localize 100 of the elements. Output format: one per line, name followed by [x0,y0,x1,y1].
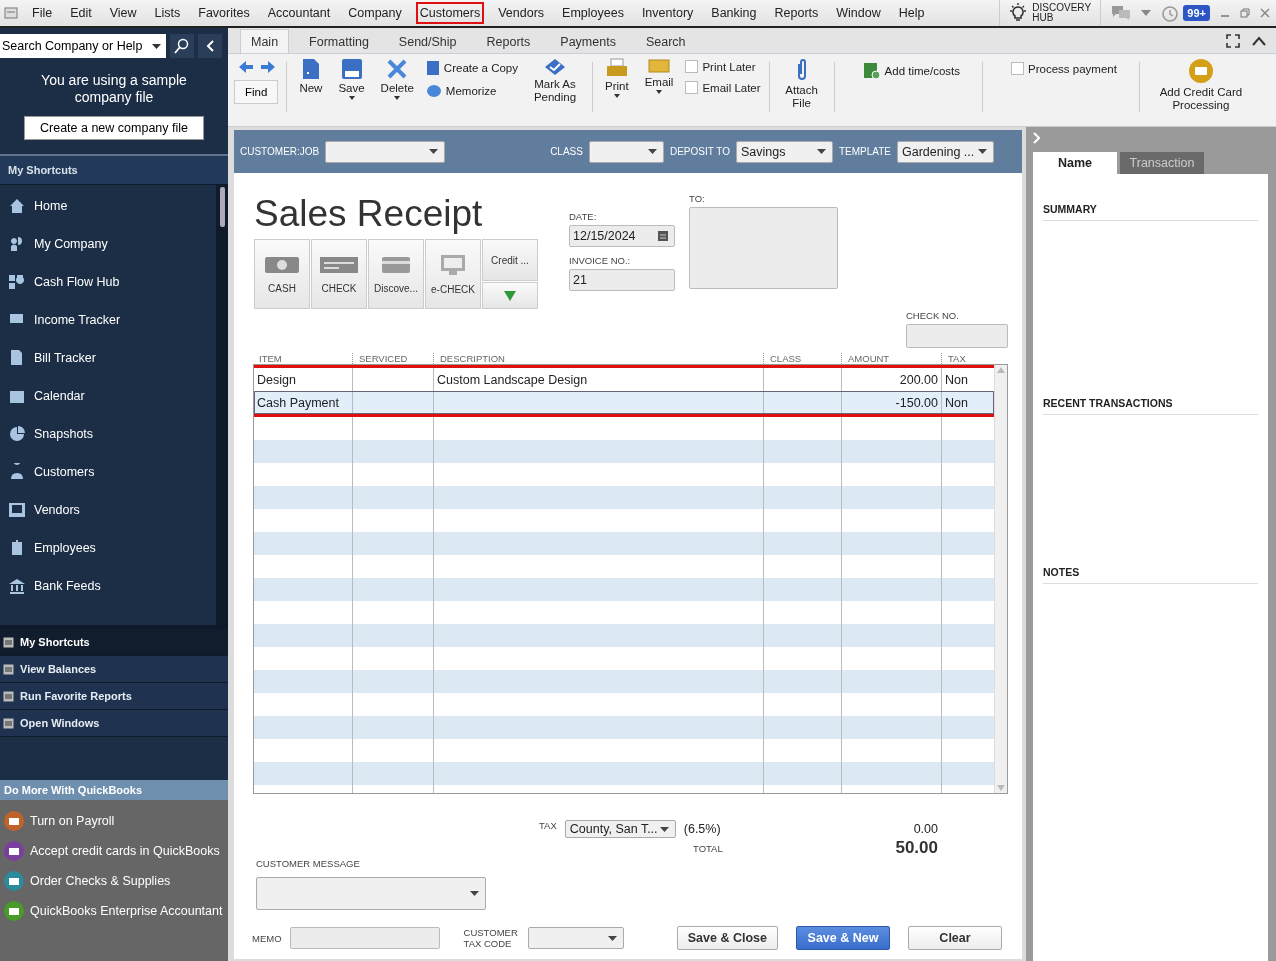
calendar-icon[interactable] [658,231,668,241]
email-button[interactable]: Email [640,58,678,94]
discovery-hub-label[interactable]: DISCOVERY HUB [1032,3,1093,23]
notification-badge[interactable]: 99+ [1183,5,1210,21]
back-arrow-icon[interactable] [238,60,254,74]
mark-as-pending-button[interactable]: Mark As Pending [526,58,584,104]
check-number-field[interactable] [906,324,1008,348]
process-payment-checkbox[interactable] [1011,62,1025,75]
shortcut-item[interactable]: Income Tracker [0,301,216,339]
menu-item[interactable]: Customers [415,2,485,24]
promo-link[interactable]: Turn on Payroll [0,806,228,836]
scrollbar[interactable] [216,185,228,625]
email-later-checkbox[interactable] [685,81,699,94]
shortcut-item[interactable]: Home [0,187,216,225]
create-company-button[interactable]: Create a new company file [24,116,204,140]
shortcut-item[interactable]: Vendors [0,491,216,529]
form-action-button[interactable]: Save & New [796,926,890,950]
sidebar-tab[interactable]: Open Windows [0,710,228,737]
menu-item[interactable]: Inventory [637,2,698,24]
scrollbar[interactable] [994,365,1007,793]
memo-field[interactable] [289,927,440,949]
shortcut-item[interactable]: Calendar [0,377,216,415]
save-button[interactable]: Save [334,58,369,100]
shortcut-item[interactable]: Customers [0,453,216,491]
forward-arrow-icon[interactable] [260,60,276,74]
print-button[interactable]: Print [601,58,633,98]
scroll-down-icon[interactable] [997,785,1005,791]
customer-tax-code-dropdown[interactable] [527,927,624,949]
form-action-button[interactable]: Save & Close [676,926,778,950]
menu-item[interactable]: Employees [558,2,628,24]
print-later-checkbox[interactable] [685,60,699,73]
class-dropdown[interactable] [588,140,664,163]
add-time-costs-button[interactable]: Add time/costs [862,62,961,80]
menu-item[interactable]: Banking [707,2,761,24]
collapse-ribbon-icon[interactable] [1252,35,1266,46]
menu-item[interactable]: File [28,2,57,24]
date-field[interactable]: 12/15/2024 [569,225,675,247]
sidebar-tab[interactable]: Run Favorite Reports [0,683,228,710]
restore-icon[interactable] [1240,8,1250,18]
expand-icon[interactable] [1226,33,1240,48]
search-field[interactable]: Search Company or Help [0,34,166,58]
close-icon[interactable] [1260,8,1270,18]
window-menu-icon[interactable] [4,7,18,19]
ribbon-tab[interactable]: Payments [550,30,626,53]
shortcut-item[interactable]: Bank Feeds [0,567,216,605]
menu-item[interactable]: Help [894,2,929,24]
invoice-number-field[interactable]: 21 [569,269,675,291]
add-credit-card-processing-button[interactable]: Add Credit Card Processing [1151,58,1250,112]
payment-method-button[interactable]: CHECK [311,239,367,309]
promo-link[interactable]: Order Checks & Supplies [0,866,228,896]
scroll-up-icon[interactable] [997,367,1005,373]
sidebar-tab[interactable]: View Balances [0,656,228,683]
sidebar-tab[interactable]: My Shortcuts [0,629,228,656]
menu-item[interactable]: View [105,2,141,24]
alarm-clock-icon[interactable] [1161,4,1180,22]
payment-method-button[interactable]: Discove... [368,239,424,309]
menu-item[interactable]: Reports [770,2,823,24]
panel-tab[interactable]: Name [1033,152,1117,174]
memorize-button[interactable]: Memorize [425,84,518,98]
ribbon-tab[interactable]: Reports [476,30,541,53]
menu-item[interactable]: Lists [150,2,185,24]
caret-icon[interactable] [1141,10,1152,16]
menu-item[interactable]: Favorites [194,2,254,24]
to-address-field[interactable] [689,207,838,289]
search-button[interactable] [170,34,194,58]
shortcut-item[interactable]: Cash Flow Hub [0,263,216,301]
deposit-to-dropdown[interactable]: Savings [735,140,833,163]
shortcut-item[interactable]: Snapshots [0,415,216,453]
shortcut-item[interactable]: Bill Tracker [0,339,216,377]
table-row[interactable]: Cash Payment -150.00 Non [254,391,994,414]
find-button[interactable]: Find [234,80,279,104]
form-action-button[interactable]: Clear [908,926,1002,950]
menu-item[interactable]: Accountant [263,2,335,24]
create-copy-button[interactable]: Create a Copy [425,60,518,76]
customer-message-dropdown[interactable] [256,877,486,910]
new-button[interactable]: New [295,58,327,94]
shortcut-item[interactable]: My Company [0,225,216,263]
template-dropdown[interactable]: Gardening ... [897,140,994,163]
shortcut-item[interactable]: Employees [0,529,216,567]
menu-item[interactable]: Vendors [494,2,549,24]
payment-method-button[interactable]: CASH [254,239,310,309]
customer-job-dropdown[interactable] [325,140,446,163]
chevron-right-icon[interactable] [1033,132,1041,144]
credit-card-button[interactable]: Credit ... [482,239,538,281]
attach-file-button[interactable]: Attach File [777,58,826,110]
collapse-sidebar-button[interactable] [198,34,222,58]
menu-item[interactable]: Company [344,2,406,24]
ribbon-tab[interactable]: Send/Ship [388,30,467,53]
ribbon-tab[interactable]: Main [240,29,290,53]
ribbon-tab[interactable]: Formatting [299,30,379,53]
menu-item[interactable]: Edit [66,2,96,24]
lightbulb-icon[interactable] [1008,3,1029,23]
menu-item[interactable]: Window [832,2,885,24]
promo-link[interactable]: Accept credit cards in QuickBooks [0,836,228,866]
payment-method-button[interactable]: e-CHECK [425,239,481,309]
delete-button[interactable]: Delete [376,58,418,100]
more-payment-methods-button[interactable] [482,282,538,309]
ribbon-tab[interactable]: Search [635,30,696,53]
tax-item-dropdown[interactable]: County, San T... [564,820,676,838]
promo-link[interactable]: QuickBooks Enterprise Accountant [0,896,228,926]
